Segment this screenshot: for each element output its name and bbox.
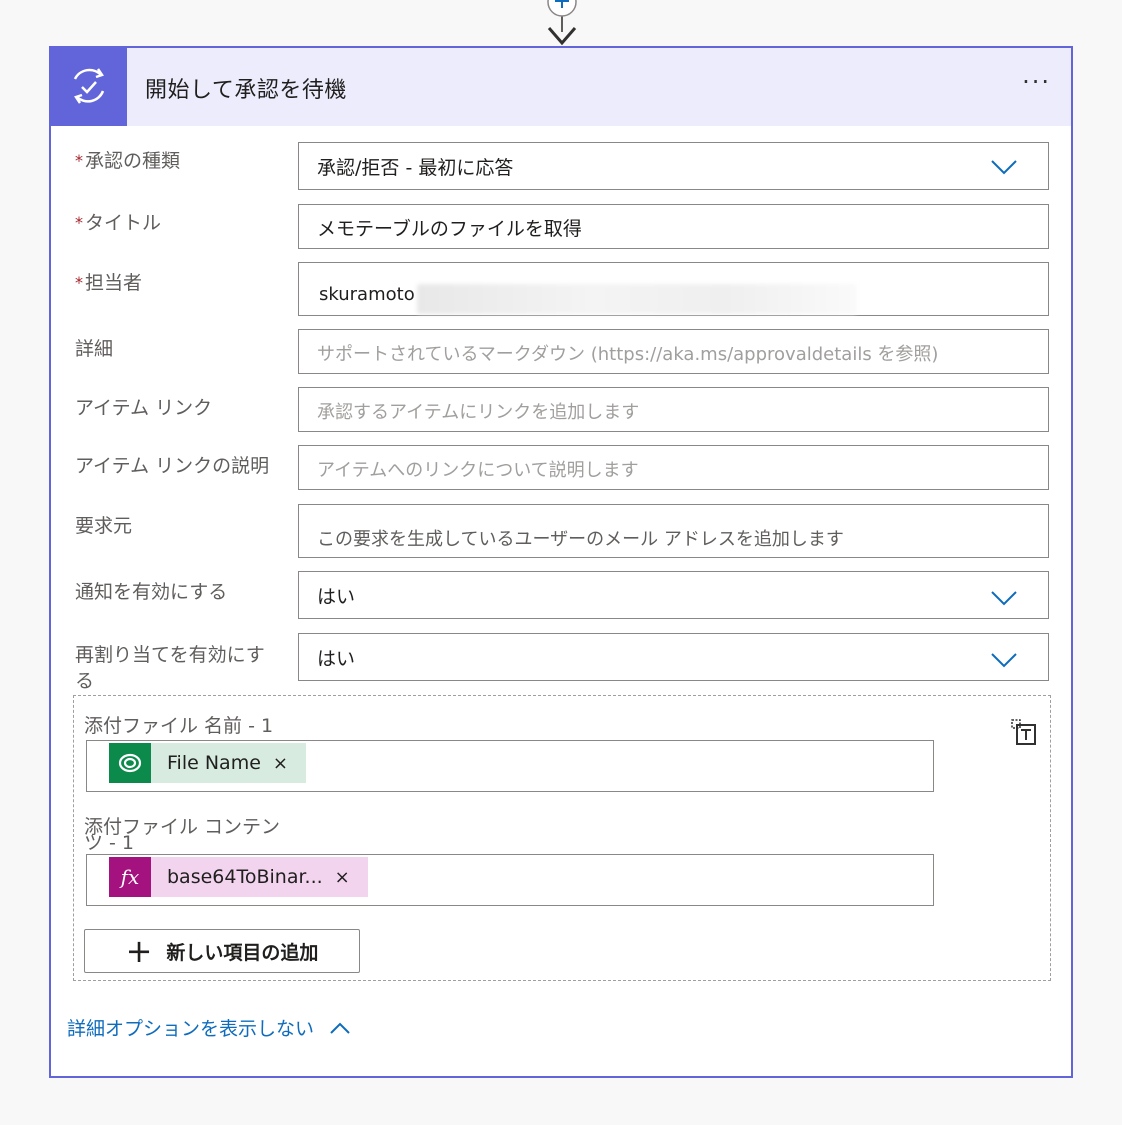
details-placeholder: サポートされているマークダウン (https://aka.ms/approval… (317, 344, 939, 365)
approval-type-label-text: 承認の種類 (85, 150, 181, 172)
title-input[interactable]: メモテーブルのファイルを取得 (298, 204, 1049, 249)
required-marker: * (75, 213, 83, 232)
expression-token-label: base64ToBinar... (167, 866, 323, 888)
title-label-text: タイトル (85, 212, 162, 234)
required-marker: * (75, 151, 83, 170)
details-label: 詳細 (75, 338, 114, 360)
title-value: メモテーブルのファイルを取得 (317, 218, 582, 240)
enable-reassignment-dropdown[interactable]: はい (298, 633, 1049, 681)
add-new-item-label: 新しい項目の追加 (166, 941, 319, 964)
card-header[interactable]: 開始して承認を待機 ··· (51, 48, 1071, 126)
remove-token-icon[interactable]: × (273, 753, 306, 774)
approval-type-label: * 承認の種類 (75, 148, 295, 174)
item-link-input[interactable]: 承認するアイテムにリンクを追加します (298, 387, 1049, 432)
item-link-desc-label: アイテム リンクの説明 (75, 455, 270, 477)
item-link-label: アイテム リンク (75, 397, 213, 419)
approval-action-icon-box (51, 48, 127, 126)
chevron-down-icon (991, 591, 1017, 606)
redacted-email-block (417, 284, 857, 314)
fx-icon: fx (109, 857, 151, 897)
item-link-placeholder: 承認するアイテムにリンクを追加します (317, 402, 640, 423)
hide-advanced-options-link[interactable]: 詳細オプションを表示しない (67, 1014, 352, 1041)
approval-type-value: 承認/拒否 - 最初に応答 (317, 157, 514, 179)
plus-icon: + (125, 932, 153, 970)
delete-item-icon[interactable] (1008, 716, 1040, 748)
assigned-to-label: * 担当者 (75, 270, 295, 296)
file-name-token[interactable]: File Name × (109, 743, 306, 783)
chevron-up-icon (330, 1022, 350, 1034)
item-link-desc-input[interactable]: アイテムへのリンクについて説明します (298, 445, 1049, 490)
expression-token[interactable]: fx base64ToBinar... × (109, 857, 368, 897)
remove-token-icon[interactable]: × (335, 867, 368, 888)
enable-notifications-value: はい (317, 586, 356, 608)
attachment-content-label: 添付ファイル コンテン ツ - 1 (84, 814, 280, 856)
attachment-name-input[interactable]: File Name × (86, 740, 934, 792)
add-step-connector[interactable] (541, 0, 583, 48)
requestor-input[interactable]: この要求を生成しているユーザーのメール アドレスを追加します (298, 504, 1049, 558)
attachment-name-label: 添付ファイル 名前 - 1 (84, 715, 274, 737)
enable-reassignment-value: はい (317, 648, 356, 670)
attachment-content-input[interactable]: fx base64ToBinar... × (86, 854, 934, 906)
enable-notifications-label: 通知を有効にする (75, 581, 228, 603)
assigned-to-label-text: 担当者 (85, 272, 143, 294)
chevron-down-icon (991, 160, 1017, 175)
item-link-desc-placeholder: アイテムへのリンクについて説明します (317, 460, 639, 481)
enable-reassignment-label-line1: 再割り当てを有効にす (75, 644, 265, 666)
more-options-button[interactable]: ··· (1022, 68, 1051, 96)
details-input[interactable]: サポートされているマークダウン (https://aka.ms/approval… (298, 329, 1049, 374)
requestor-placeholder: この要求を生成しているユーザーのメール アドレスを追加します (317, 529, 844, 550)
requestor-label: 要求元 (75, 515, 133, 537)
hide-advanced-options-label: 詳細オプションを表示しない (67, 1018, 315, 1040)
assigned-to-input[interactable]: skuramoto (298, 262, 1049, 316)
chevron-down-icon (991, 653, 1017, 668)
required-marker: * (75, 273, 83, 292)
approval-type-dropdown[interactable]: 承認/拒否 - 最初に応答 (298, 142, 1049, 190)
file-name-token-label: File Name (167, 752, 261, 774)
assigned-to-value: skuramoto (319, 284, 415, 305)
add-new-item-button[interactable]: + 新しい項目の追加 (84, 929, 360, 973)
enable-notifications-dropdown[interactable]: はい (298, 571, 1049, 619)
dataverse-icon (109, 743, 151, 783)
title-label: * タイトル (75, 210, 295, 236)
enable-reassignment-label-line2: る (75, 670, 95, 692)
card-title: 開始して承認を待機 (145, 78, 347, 103)
approval-icon (73, 68, 105, 104)
enable-reassignment-label: 再割り当てを有効にす る (75, 642, 295, 694)
attachments-group: 添付ファイル 名前 - 1 File Name × 添付ファイル コンテン ツ … (73, 695, 1051, 981)
action-card: 開始して承認を待機 ··· * 承認の種類 承認/拒否 - 最初に応答 * タイトル… (49, 46, 1073, 1078)
